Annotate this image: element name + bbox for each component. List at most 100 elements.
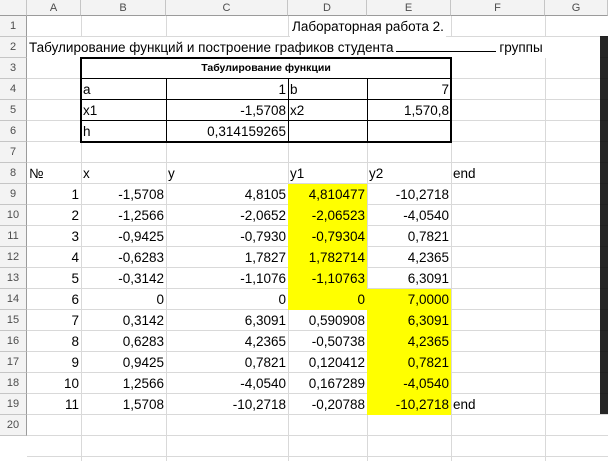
y-cell[interactable]: -4,0540 [166, 373, 288, 394]
select-all-corner[interactable] [0, 0, 27, 16]
param-h-value[interactable]: 0,314159265 [166, 121, 288, 142]
row-header-9[interactable]: 9 [0, 184, 27, 205]
row-header-13[interactable]: 13 [0, 268, 27, 289]
y1-cell[interactable]: -1,10763 [288, 268, 367, 289]
y2-cell[interactable]: 6,3091 [367, 310, 451, 331]
row-header-18[interactable]: 18 [0, 373, 27, 394]
x-cell[interactable]: -0,3142 [81, 268, 166, 289]
row-number-cell[interactable]: 5 [27, 268, 81, 289]
header-y2[interactable]: y2 [367, 163, 451, 184]
header-y1[interactable]: y1 [288, 163, 367, 184]
x-cell[interactable]: -1,5708 [81, 184, 166, 205]
x-cell[interactable]: 1,2566 [81, 373, 166, 394]
row-header-2[interactable]: 2 [0, 37, 27, 58]
y2-cell[interactable]: -10,2718 [367, 184, 451, 205]
header-y[interactable]: y [166, 163, 288, 184]
y-cell[interactable]: 0 [166, 289, 288, 310]
header-end[interactable]: end [451, 163, 545, 184]
x-cell[interactable]: 0,6283 [81, 331, 166, 352]
row-header-19[interactable]: 19 [0, 394, 27, 415]
y-cell[interactable]: 4,8105 [166, 184, 288, 205]
y-cell[interactable]: -1,1076 [166, 268, 288, 289]
y1-cell[interactable]: -0,50738 [288, 331, 367, 352]
row-header-16[interactable]: 16 [0, 331, 27, 352]
header-number[interactable]: № [27, 163, 81, 184]
params-table-title[interactable]: Табулирование функции [81, 58, 451, 79]
param-x1-value[interactable]: -1,5708 [166, 100, 288, 121]
row-header-5[interactable]: 5 [0, 100, 27, 121]
sheet-title[interactable]: Лабораторная работа 2. [290, 16, 446, 37]
end-cell[interactable] [451, 268, 545, 289]
row-header-6[interactable]: 6 [0, 121, 27, 142]
x-cell[interactable]: 0,9425 [81, 352, 166, 373]
y1-cell[interactable]: 4,810477 [288, 184, 367, 205]
row-number-cell[interactable]: 11 [27, 394, 81, 415]
param-x2-label[interactable]: x2 [288, 100, 367, 121]
y-cell[interactable]: 6,3091 [166, 310, 288, 331]
row-header-11[interactable]: 11 [0, 226, 27, 247]
y1-cell[interactable]: 0 [288, 289, 367, 310]
end-cell[interactable]: end [451, 394, 545, 415]
row-number-cell[interactable]: 8 [27, 331, 81, 352]
column-header-e[interactable]: E [367, 0, 451, 16]
column-header-g[interactable]: G [545, 0, 608, 16]
end-cell[interactable] [451, 310, 545, 331]
end-cell[interactable] [451, 331, 545, 352]
y1-cell[interactable]: 1,782714 [288, 247, 367, 268]
y1-cell[interactable]: -2,06523 [288, 205, 367, 226]
row-number-cell[interactable]: 2 [27, 205, 81, 226]
param-b-label[interactable]: b [288, 79, 367, 100]
y-cell[interactable]: -0,7930 [166, 226, 288, 247]
end-cell[interactable] [451, 289, 545, 310]
y1-cell[interactable]: -0,20788 [288, 394, 367, 415]
row-header-4[interactable]: 4 [0, 79, 27, 100]
y2-cell[interactable]: -4,0540 [367, 373, 451, 394]
param-a-value[interactable]: 1 [166, 79, 288, 100]
row-header-7[interactable]: 7 [0, 142, 27, 163]
x-cell[interactable]: 1,5708 [81, 394, 166, 415]
y2-cell[interactable]: -10,2718 [367, 394, 451, 415]
row-header-8[interactable]: 8 [0, 163, 27, 184]
param-x1-label[interactable]: x1 [81, 100, 166, 121]
y2-cell[interactable]: 0,7821 [367, 352, 451, 373]
empty-cell[interactable] [288, 121, 367, 142]
x-cell[interactable]: 0 [81, 289, 166, 310]
row-header-20[interactable]: 20 [0, 415, 27, 436]
row-number-cell[interactable]: 1 [27, 184, 81, 205]
x-cell[interactable]: -1,2566 [81, 205, 166, 226]
row-header-3[interactable]: 3 [0, 58, 27, 79]
y-cell[interactable]: -10,2718 [166, 394, 288, 415]
x-cell[interactable]: -0,9425 [81, 226, 166, 247]
param-b-value[interactable]: 7 [367, 79, 451, 100]
column-header-d[interactable]: D [288, 0, 367, 16]
end-cell[interactable] [451, 205, 545, 226]
param-h-label[interactable]: h [81, 121, 166, 142]
y-cell[interactable]: 1,7827 [166, 247, 288, 268]
y-cell[interactable]: 4,2365 [166, 331, 288, 352]
y1-cell[interactable]: 0,590908 [288, 310, 367, 331]
end-cell[interactable] [451, 352, 545, 373]
column-header-c[interactable]: C [166, 0, 288, 16]
y2-cell[interactable]: -4,0540 [367, 205, 451, 226]
column-header-a[interactable]: A [27, 0, 81, 16]
row-header-15[interactable]: 15 [0, 310, 27, 331]
y2-cell[interactable]: 4,2365 [367, 247, 451, 268]
empty-cell[interactable] [367, 121, 451, 142]
header-x[interactable]: x [81, 163, 166, 184]
row-header-10[interactable]: 10 [0, 205, 27, 226]
row-header-12[interactable]: 12 [0, 247, 27, 268]
row-header-17[interactable]: 17 [0, 352, 27, 373]
sheet-subtitle[interactable]: Табулирование функций и построение графи… [27, 37, 600, 58]
y-cell[interactable]: 0,7821 [166, 352, 288, 373]
y1-cell[interactable]: 0,167289 [288, 373, 367, 394]
y2-cell[interactable]: 4,2365 [367, 331, 451, 352]
y2-cell[interactable]: 0,7821 [367, 226, 451, 247]
column-header-f[interactable]: F [451, 0, 545, 16]
param-x2-value[interactable]: 1,570,8 [367, 100, 451, 121]
end-cell[interactable] [451, 184, 545, 205]
row-number-cell[interactable]: 3 [27, 226, 81, 247]
row-number-cell[interactable]: 9 [27, 352, 81, 373]
y1-cell[interactable]: -0,79304 [288, 226, 367, 247]
y2-cell[interactable]: 7,0000 [367, 289, 451, 310]
end-cell[interactable] [451, 226, 545, 247]
